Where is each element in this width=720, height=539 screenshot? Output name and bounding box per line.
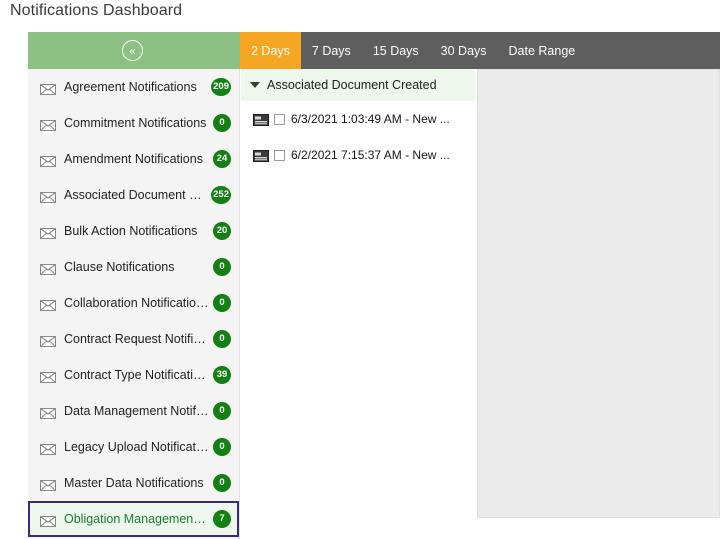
sidebar-item-label: Data Management Notifi... [64, 404, 210, 418]
envelope-icon [40, 83, 56, 95]
tab-date-range[interactable]: Date Range [498, 32, 587, 69]
sidebar-item-label: Bulk Action Notifications [64, 224, 198, 238]
collapse-panel-button[interactable]: « [122, 40, 143, 61]
notification-count-badge: 39 [213, 366, 231, 384]
sidebar-item-label: Contract Type Notifications [64, 368, 213, 382]
envelope-icon [40, 442, 56, 455]
envelope-icon [40, 119, 56, 131]
sidebar-item-label: Associated Document No... [64, 188, 212, 202]
envelope-icon [40, 407, 56, 419]
envelope-icon [40, 515, 56, 527]
triangle-down-icon[interactable] [250, 82, 260, 88]
sidebar-item[interactable]: Agreement Notifications 209 [28, 69, 239, 105]
envelope-icon [40, 406, 56, 419]
tab-30-days[interactable]: 30 Days [430, 32, 498, 69]
notification-count-badge: 0 [213, 438, 231, 456]
sidebar-item[interactable]: Associated Document No... 252 [28, 177, 239, 213]
collapse-panel-zone: « [28, 32, 240, 69]
envelope-icon [40, 298, 56, 311]
envelope-icon [40, 118, 56, 131]
sidebar-item-label: Obligation Management ... [64, 512, 211, 526]
page-title: Notifications Dashboard [10, 2, 183, 19]
sidebar-item-label: Contract Request Notifica... [64, 332, 213, 346]
document-icon [253, 150, 269, 162]
document-icon [253, 149, 269, 162]
sidebar-item-label: Commitment Notifications [64, 116, 207, 130]
sidebar-item[interactable]: Master Data Notifications 0 [28, 465, 239, 501]
notification-count-badge: 252 [211, 186, 231, 204]
notification-count-badge: 0 [213, 402, 231, 420]
notification-count-badge: 0 [213, 114, 231, 132]
notification-count-badge: 7 [213, 510, 231, 528]
sidebar-item[interactable]: Collaboration Notifications 0 [28, 285, 239, 321]
envelope-icon [40, 479, 56, 491]
envelope-icon [40, 262, 56, 275]
sidebar-item-label: Legacy Upload Notificatio... [64, 440, 213, 454]
tree-item[interactable]: 6/3/2021 1:03:49 AM - New ... [241, 101, 475, 137]
sidebar-item[interactable]: Contract Request Notifica... 0 [28, 321, 239, 357]
tab-2-days[interactable]: 2 Days [240, 32, 301, 69]
dashboard-toolbar: « 2 Days 7 Days 15 Days 30 Days Date Range [28, 32, 720, 69]
document-icon [253, 114, 269, 126]
notifications-dashboard: « 2 Days 7 Days 15 Days 30 Days Date Range A… [28, 32, 720, 539]
notification-count-badge: 0 [213, 294, 231, 312]
envelope-icon [40, 155, 56, 167]
envelope-icon [40, 335, 56, 347]
document-icon [253, 113, 269, 126]
notification-count-badge: 0 [213, 258, 231, 276]
envelope-icon [40, 227, 56, 239]
envelope-icon [40, 371, 56, 383]
sidebar-item[interactable]: Commitment Notifications 0 [28, 105, 239, 141]
notification-count-badge: 20 [213, 222, 231, 240]
sidebar-item-label: Clause Notifications [64, 260, 175, 274]
tree-item-label: 6/2/2021 7:15:37 AM - New ... [291, 148, 450, 162]
tree-item-list: 6/3/2021 1:03:49 AM - New ... 6/2/2021 7:… [241, 101, 475, 173]
envelope-icon [40, 190, 56, 203]
sidebar-item[interactable]: Data Management Notifi... 0 [28, 393, 239, 429]
envelope-icon [40, 154, 56, 167]
envelope-icon [40, 226, 56, 239]
tree-item-label: 6/3/2021 1:03:49 AM - New ... [291, 112, 450, 126]
sidebar-item[interactable]: Obligation Management ... 7 [28, 501, 239, 537]
envelope-icon [40, 191, 56, 203]
sidebar-item[interactable]: Amendment Notifications 24 [28, 141, 239, 177]
envelope-icon [40, 82, 56, 95]
envelope-icon [40, 370, 56, 383]
tree-item[interactable]: 6/2/2021 7:15:37 AM - New ... [241, 137, 475, 173]
notification-count-badge: 209 [211, 78, 231, 96]
sidebar-item[interactable]: Legacy Upload Notificatio... 0 [28, 429, 239, 465]
tree-group-header[interactable]: Associated Document Created [241, 69, 475, 101]
tree-item-checkbox[interactable] [274, 113, 285, 125]
tab-7-days[interactable]: 7 Days [301, 32, 362, 69]
notification-tree-panel: Associated Document Created 6/3/2021 1:0… [241, 69, 475, 539]
notification-detail-panel [477, 69, 720, 518]
envelope-icon [40, 299, 56, 311]
date-range-tabs: 2 Days 7 Days 15 Days 30 Days Date Range [240, 32, 586, 69]
envelope-icon [40, 334, 56, 347]
sidebar-item-label: Collaboration Notifications [64, 296, 210, 310]
sidebar-item-label: Agreement Notifications [64, 80, 197, 94]
sidebar-item-label: Master Data Notifications [64, 476, 204, 490]
envelope-icon [40, 478, 56, 491]
tab-15-days[interactable]: 15 Days [362, 32, 430, 69]
notification-count-badge: 0 [213, 474, 231, 492]
sidebar-item[interactable]: Clause Notifications 0 [28, 249, 239, 285]
notification-category-sidebar[interactable]: Agreement Notifications 209 Commitment Not… [28, 69, 240, 539]
envelope-icon [40, 443, 56, 455]
sidebar-item[interactable]: Bulk Action Notifications 20 [28, 213, 239, 249]
envelope-icon [40, 263, 56, 275]
tree-item-checkbox[interactable] [274, 149, 285, 161]
sidebar-item[interactable]: Contract Type Notifications 39 [28, 357, 239, 393]
notification-count-badge: 0 [213, 330, 231, 348]
envelope-icon [40, 514, 56, 527]
tree-group-label: Associated Document Created [267, 78, 437, 92]
notification-count-badge: 24 [213, 150, 231, 168]
sidebar-item-label: Amendment Notifications [64, 152, 203, 166]
